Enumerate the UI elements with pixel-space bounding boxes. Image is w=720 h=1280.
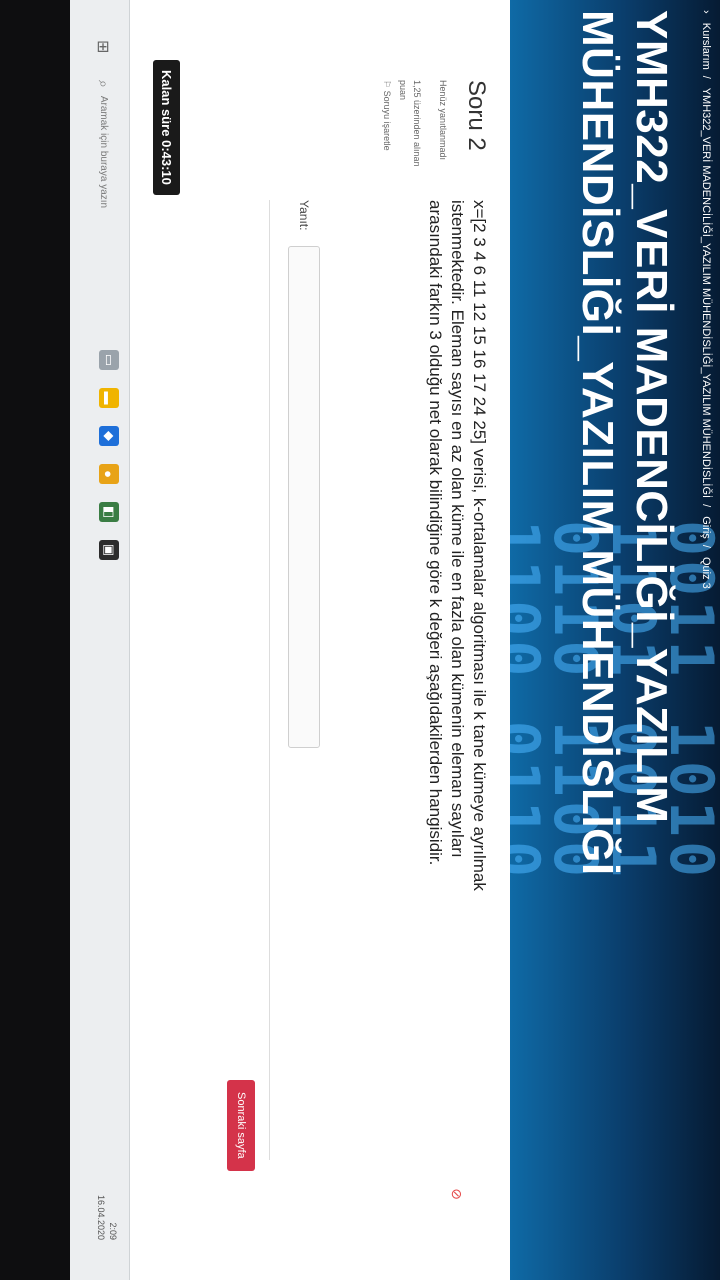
- answer-row: Yanıt:: [288, 200, 320, 749]
- taskbar: ⊞ ⌕ Aramak için buraya yazın ▭ ▬ ◆ ● ◧ ▣…: [70, 0, 130, 1280]
- date[interactable]: 16.04.2020: [95, 1195, 107, 1240]
- system-tray: 2:09 16.04.2020: [95, 1195, 119, 1240]
- error-icon: ⊘: [449, 1188, 465, 1200]
- app-icon-2[interactable]: ▣: [99, 540, 119, 560]
- breadcrumb-course[interactable]: YMH322_VERİ MADENCİLİĞİ_YAZILIM MÜHENDİS…: [700, 88, 712, 498]
- answer-label: Yanıt:: [297, 200, 311, 231]
- task-view-icon[interactable]: ▭: [99, 350, 119, 370]
- question-line-1: x=[2 3 4 6 11 12 15 16 17 24 25] verisi,…: [470, 200, 489, 891]
- question-line-2: istenmektedir. Eleman sayısı en az olan …: [448, 200, 467, 858]
- chrome-icon[interactable]: ●: [99, 464, 119, 484]
- question-points: 1,25 üzerinden alınan puan: [398, 80, 422, 167]
- clock[interactable]: 2:09: [107, 1195, 119, 1240]
- question-info: Soru 2 Henüz yanıtlanmadı 1,25 üzerinden…: [381, 80, 490, 170]
- answer-input[interactable]: [288, 246, 320, 749]
- quiz-content: Soru 2 Henüz yanıtlanmadı 1,25 üzerinden…: [130, 0, 510, 1280]
- course-banner: 0011 1010 1101 0011 0110 1100 1100 0110 …: [510, 0, 720, 1280]
- breadcrumb-giris[interactable]: Giriş: [700, 516, 712, 539]
- laptop-screen: 0011 1010 1101 0011 0110 1100 1100 0110 …: [70, 0, 720, 1280]
- question-title: Soru 2: [463, 80, 490, 151]
- store-icon[interactable]: ◆: [99, 426, 119, 446]
- question-box: x=[2 3 4 6 11 12 15 16 17 24 25] verisi,…: [424, 200, 490, 1200]
- flag-label: Soruyu işaretle: [382, 90, 392, 151]
- breadcrumb-quiz[interactable]: Quiz 3: [700, 557, 712, 589]
- windows-start-icon[interactable]: ⊞: [93, 40, 113, 60]
- app-icon[interactable]: ◧: [99, 502, 119, 522]
- question-status: Henüz yanıtlanmadı: [438, 80, 448, 161]
- flag-icon: ⚐: [382, 80, 392, 89]
- flag-question[interactable]: ⚐ Soruyu işaretle: [381, 80, 392, 170]
- taskbar-apps: ▭ ▬ ◆ ● ◧ ▣: [99, 350, 119, 560]
- timer-badge: Kalan süre 0:43:10: [153, 60, 180, 195]
- file-explorer-icon[interactable]: ▬: [99, 388, 119, 408]
- breadcrumb-kurslarim[interactable]: Kurslarım: [700, 23, 712, 70]
- search-icon: ⌕: [96, 80, 113, 88]
- divider: [269, 200, 270, 1160]
- question-line-3: arasındaki farkın 3 olduğu net olarak bi…: [426, 200, 445, 866]
- question-text: x=[2 3 4 6 11 12 15 16 17 24 25] verisi,…: [424, 200, 490, 1200]
- course-title: YMH322_VERİ MADENCİLİĞİ_YAZILIM MÜHENDİS…: [573, 10, 676, 876]
- breadcrumb: › Kurslarım/ YMH322_VERİ MADENCİLİĞİ_YAZ…: [700, 10, 712, 589]
- taskbar-search[interactable]: ⌕ Aramak için buraya yazın: [89, 80, 119, 280]
- search-placeholder: Aramak için buraya yazın: [98, 95, 110, 209]
- next-page-button[interactable]: Sonraki sayfa: [227, 1080, 255, 1171]
